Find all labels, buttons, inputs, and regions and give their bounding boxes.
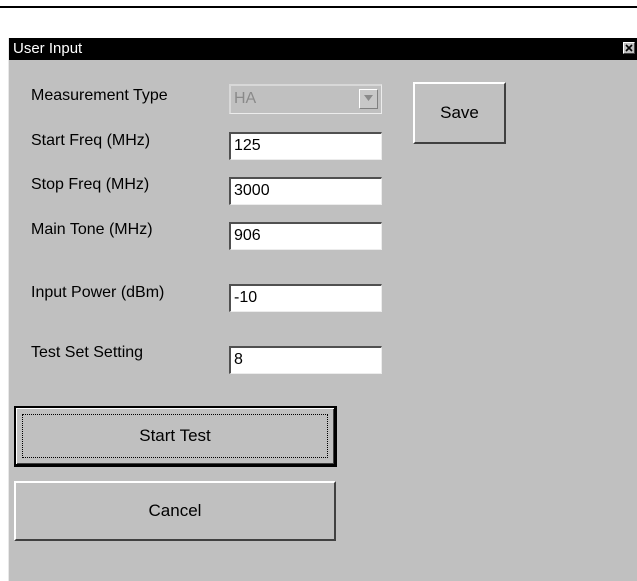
save-button-label: Save (440, 103, 479, 122)
start-freq-input[interactable]: 125 (229, 132, 382, 160)
chevron-down-icon (364, 95, 373, 101)
stop-freq-label: Stop Freq (MHz) (31, 176, 150, 193)
focus-rectangle (22, 414, 328, 458)
user-input-dialog: User Input Measurement Type HA Save Star… (8, 38, 637, 581)
test-set-setting-label: Test Set Setting (31, 344, 144, 361)
start-freq-label: Start Freq (MHz) (31, 132, 151, 149)
top-divider-line (0, 6, 637, 8)
test-set-setting-input[interactable]: 8 (229, 346, 382, 374)
start-test-button[interactable]: Start Test (14, 406, 337, 467)
stop-freq-input[interactable]: 3000 (229, 177, 382, 205)
input-power-input[interactable]: -10 (229, 284, 382, 312)
dropdown-arrow-button[interactable] (359, 89, 378, 109)
measurement-type-label: Measurement Type (31, 87, 168, 104)
input-power-label: Input Power (dBm) (31, 284, 165, 301)
cancel-button[interactable]: Cancel (14, 481, 336, 541)
dialog-titlebar[interactable]: User Input (9, 38, 637, 60)
measurement-type-select[interactable]: HA (229, 84, 382, 114)
save-button[interactable]: Save (413, 82, 506, 144)
main-tone-label: Main Tone (MHz) (31, 221, 153, 238)
dialog-title: User Input (13, 40, 83, 57)
measurement-type-value: HA (234, 90, 257, 107)
close-icon (625, 44, 633, 52)
cancel-button-label: Cancel (148, 501, 202, 520)
main-tone-input[interactable]: 906 (229, 222, 382, 250)
close-button[interactable] (623, 42, 635, 54)
